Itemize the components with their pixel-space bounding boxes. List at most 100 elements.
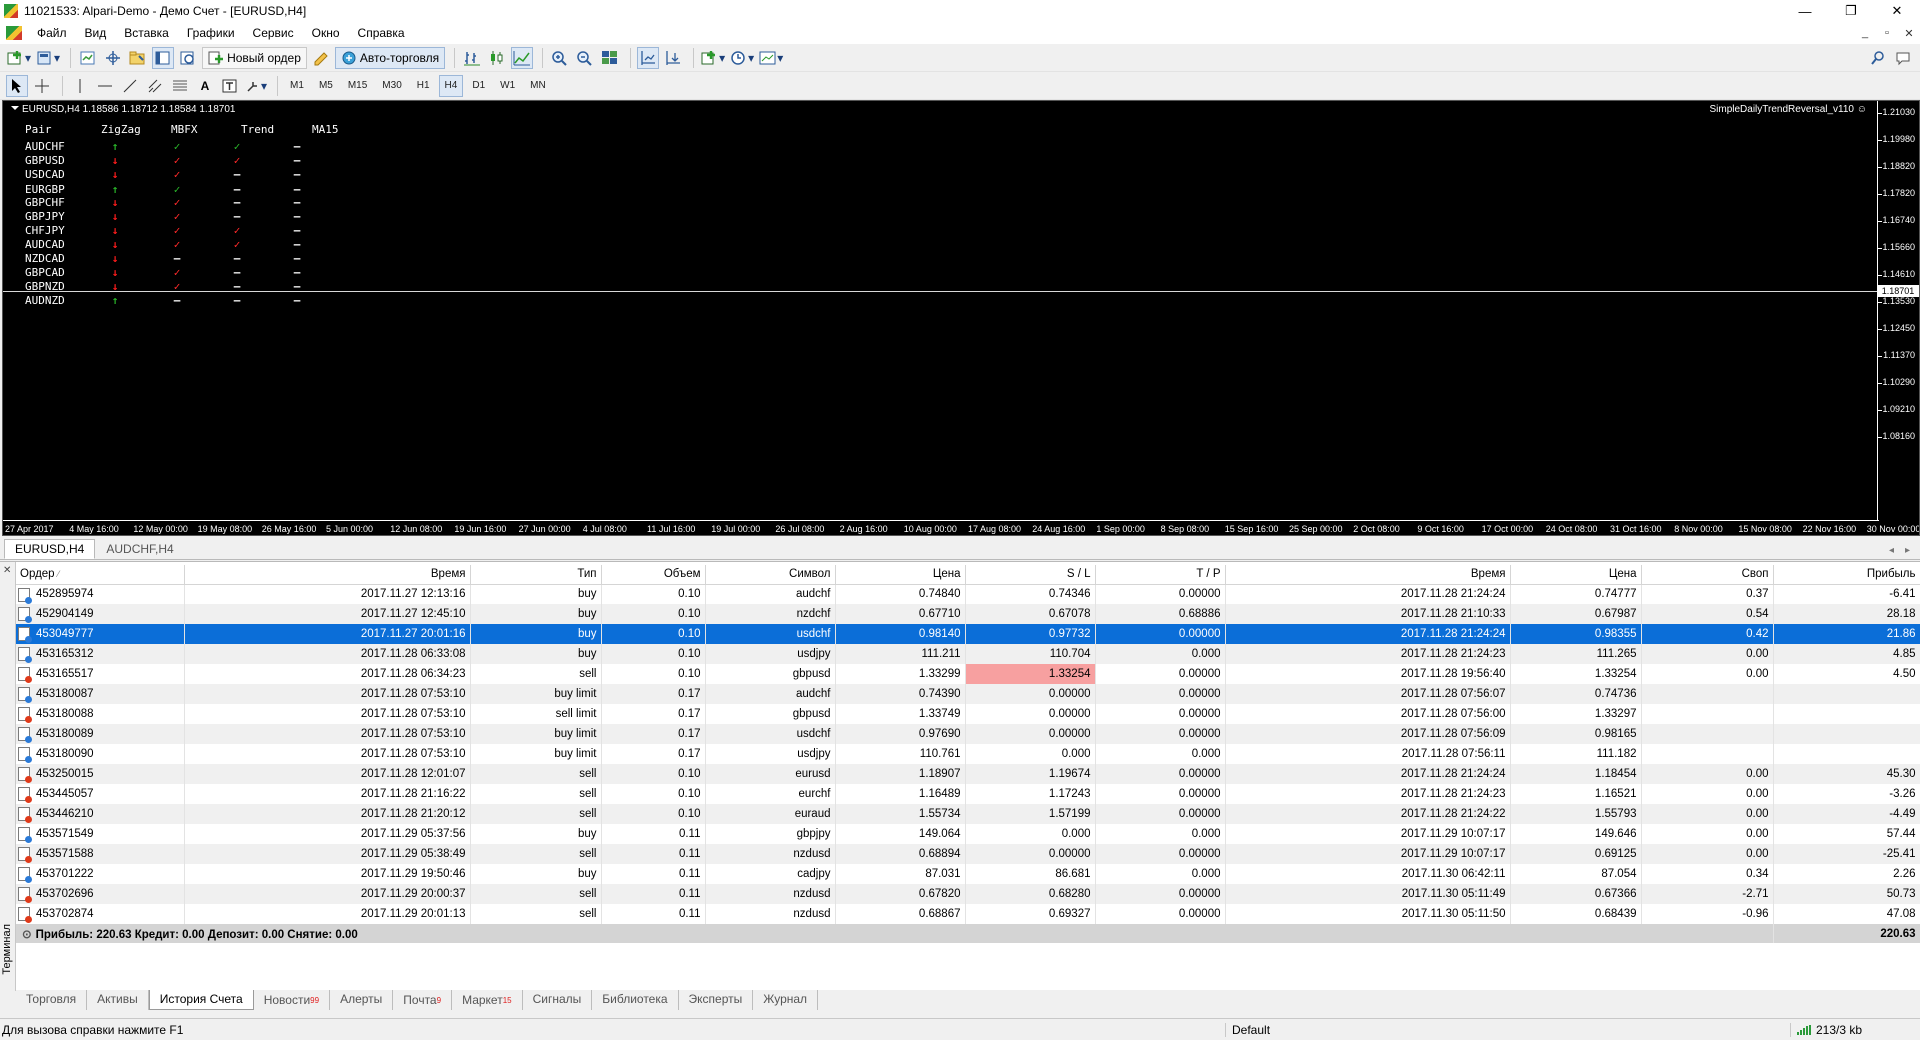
status-connection[interactable]: 213/3 kb	[1790, 1022, 1862, 1037]
table-row[interactable]: 453049777 2017.11.27 20:01:16 buy 0.10 usdch…	[16, 624, 1920, 644]
menu-window[interactable]: Окно	[303, 26, 349, 40]
menu-insert[interactable]: Вставка	[115, 26, 178, 40]
data-window-icon[interactable]	[102, 47, 124, 69]
col-order[interactable]: Ордер ⁄	[16, 565, 185, 585]
table-row[interactable]: 453165312 2017.11.28 06:33:08 buy 0.10 usdjp…	[16, 644, 1920, 664]
mdi-close-button[interactable]: ✕	[1898, 22, 1920, 44]
col-close-price[interactable]: Цена	[1510, 565, 1642, 585]
timeframe-h4[interactable]: H4	[438, 74, 464, 97]
terminal-icon[interactable]	[152, 46, 175, 69]
candlestick-icon[interactable]	[486, 47, 508, 69]
table-row[interactable]: 453180089 2017.11.28 07:53:10 buy limit 0.1…	[16, 724, 1920, 744]
mdi-minimize-button[interactable]: _	[1854, 22, 1876, 44]
table-row[interactable]: 453702874 2017.11.29 20:01:13 sell 0.11 nzdu…	[16, 904, 1920, 924]
terminal-tab[interactable]: Почта9	[393, 990, 453, 1010]
price-axis[interactable]: 1.21030 1.19980 1.18820 1.17820 1.16740 1.156…	[1877, 101, 1919, 521]
terminal-tab[interactable]: Сигналы	[523, 990, 593, 1010]
col-stop-loss[interactable]: S / L	[965, 565, 1096, 585]
tabs-scroll-left-icon[interactable]: ◂	[1889, 545, 1894, 556]
table-row[interactable]: 453701222 2017.11.29 19:50:46 buy 0.11 cadjp…	[16, 864, 1920, 884]
terminal-tab[interactable]: Торговля	[16, 990, 88, 1010]
time-axis[interactable]: 27 Apr 2017 4 May 16:00 12 May 00:00 19 May…	[3, 520, 1919, 535]
vertical-line-icon[interactable]	[69, 75, 91, 97]
table-row[interactable]: 453571588 2017.11.29 05:38:49 sell 0.11 nzdu…	[16, 844, 1920, 864]
profiles-icon[interactable]: ▾	[35, 47, 61, 69]
minimize-button[interactable]: —	[1782, 0, 1828, 22]
table-row[interactable]: 453180090 2017.11.28 07:53:10 buy limit 0.1…	[16, 744, 1920, 764]
table-row[interactable]: 452904149 2017.11.27 12:45:10 buy 0.10 nzdch…	[16, 604, 1920, 624]
col-type[interactable]: Тип	[470, 565, 602, 585]
timeframe-d1[interactable]: D1	[466, 75, 491, 97]
maximize-button[interactable]: ❐	[1828, 0, 1874, 22]
terminal-tab[interactable]: История Счета	[148, 990, 254, 1010]
timeframe-m15[interactable]: M15	[342, 75, 373, 97]
templates-icon[interactable]: ▾	[758, 47, 784, 69]
terminal-tab[interactable]: Эксперты	[679, 990, 754, 1010]
chart-tab-audchf[interactable]: AUDCHF,H4	[95, 539, 184, 559]
menu-charts[interactable]: Графики	[178, 26, 244, 40]
zoom-out-icon[interactable]	[574, 47, 596, 69]
auto-scroll-icon[interactable]	[662, 47, 684, 69]
terminal-tab[interactable]: Активы	[87, 990, 149, 1010]
terminal-close-icon[interactable]: ✕	[3, 565, 11, 576]
metaeditor-icon[interactable]	[310, 47, 332, 69]
timeframe-m5[interactable]: M5	[313, 75, 339, 97]
timeframe-m1[interactable]: M1	[284, 75, 310, 97]
zoom-in-icon[interactable]	[549, 47, 571, 69]
mdi-icon[interactable]	[6, 26, 22, 40]
cursor-icon[interactable]	[6, 74, 28, 97]
menu-tools[interactable]: Сервис	[244, 26, 303, 40]
table-row[interactable]: 453180087 2017.11.28 07:53:10 buy limit 0.1…	[16, 684, 1920, 704]
periods-icon[interactable]: ▾	[729, 47, 755, 69]
tabs-scroll-right-icon[interactable]: ▸	[1905, 545, 1910, 556]
terminal-tab[interactable]: Маркет15	[452, 990, 523, 1010]
tile-windows-icon[interactable]	[599, 47, 621, 69]
close-button[interactable]: ✕	[1874, 0, 1920, 22]
text-icon[interactable]: A	[194, 75, 216, 97]
timeframe-w1[interactable]: W1	[494, 75, 521, 97]
table-row[interactable]: 453180088 2017.11.28 07:53:10 sell limit 0.…	[16, 704, 1920, 724]
new-chart-icon[interactable]: ▾	[6, 47, 32, 69]
col-open-price[interactable]: Цена	[835, 565, 966, 585]
chart-shift-icon[interactable]	[637, 46, 660, 69]
table-row[interactable]: 453165517 2017.11.28 06:34:23 sell 0.10 gbpu…	[16, 664, 1920, 684]
chat-icon[interactable]	[1893, 47, 1915, 69]
timeframe-m30[interactable]: M30	[376, 75, 407, 97]
fibonacci-icon[interactable]	[169, 75, 191, 97]
terminal-tab[interactable]: Библиотека	[592, 990, 679, 1010]
text-label-icon[interactable]	[219, 75, 241, 97]
col-swap[interactable]: Своп	[1641, 565, 1774, 585]
timeframe-mn[interactable]: MN	[524, 75, 552, 97]
crosshair-icon[interactable]	[31, 75, 53, 97]
table-row[interactable]: 453702696 2017.11.29 20:00:37 sell 0.11 nzdu…	[16, 884, 1920, 904]
menu-file[interactable]: Файл	[28, 26, 76, 40]
auto-trading-button[interactable]: Авто-торговля	[334, 46, 446, 69]
menu-view[interactable]: Вид	[76, 26, 116, 40]
horizontal-line-icon[interactable]	[94, 75, 116, 97]
terminal-tab[interactable]: Алерты	[330, 990, 394, 1010]
col-profit[interactable]: Прибыль	[1773, 565, 1920, 585]
line-chart-icon[interactable]	[511, 46, 534, 69]
col-volume[interactable]: Объем	[601, 565, 706, 585]
menu-help[interactable]: Справка	[349, 26, 414, 40]
chart-window[interactable]: EURUSD,H4 1.18586 1.18712 1.18584 1.1870…	[2, 100, 1920, 536]
col-open-time[interactable]: Время	[184, 565, 471, 585]
status-profile[interactable]: Default	[1225, 1022, 1790, 1037]
navigator-icon[interactable]	[127, 47, 149, 69]
table-row[interactable]: 452895974 2017.11.27 12:13:16 buy 0.10 audch…	[16, 584, 1920, 604]
indicators-icon[interactable]: ▾	[700, 47, 726, 69]
arrows-icon[interactable]: ▾	[244, 75, 268, 97]
strategy-tester-icon[interactable]	[177, 47, 199, 69]
col-close-time[interactable]: Время	[1225, 565, 1511, 585]
channel-icon[interactable]	[144, 75, 166, 97]
chart-tab-eurusd[interactable]: EURUSD,H4	[4, 539, 96, 559]
terminal-tab[interactable]: Новости99	[254, 990, 331, 1010]
search-icon[interactable]	[1867, 47, 1889, 69]
col-symbol[interactable]: Символ	[705, 565, 836, 585]
table-row[interactable]: 453250015 2017.11.28 12:01:07 sell 0.10 euru…	[16, 764, 1920, 784]
table-row[interactable]: 453446210 2017.11.28 21:20:12 sell 0.10 eura…	[16, 804, 1920, 824]
trendline-icon[interactable]	[119, 75, 141, 97]
col-take-profit[interactable]: T / P	[1095, 565, 1226, 585]
table-row[interactable]: 453571549 2017.11.29 05:37:56 buy 0.11 gbpjp…	[16, 824, 1920, 844]
timeframe-h1[interactable]: H1	[411, 75, 436, 97]
